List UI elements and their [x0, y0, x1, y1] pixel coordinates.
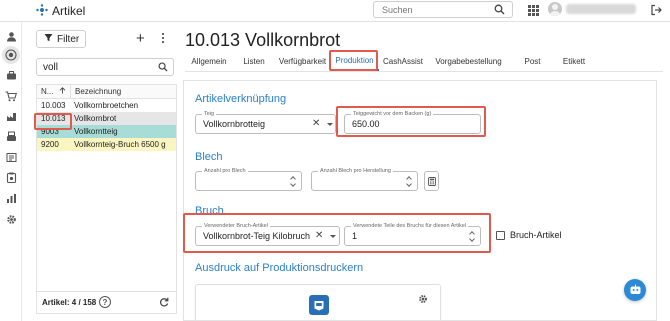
teiggewicht-label: Teiggewicht vor dem Backen (g)	[351, 110, 434, 118]
tab-divider	[185, 71, 663, 72]
user-name-blurred	[566, 4, 636, 14]
teig-label: Teig	[202, 110, 217, 118]
list-icon[interactable]	[4, 150, 18, 164]
printer-icon[interactable]	[309, 295, 329, 315]
tab-post[interactable]: Post	[510, 51, 555, 71]
briefcase-icon[interactable]	[4, 68, 18, 82]
table-row[interactable]: 9200 Vollkornteig-Bruch 6500 g	[37, 138, 176, 151]
nav-rail	[0, 22, 22, 321]
tab-vorgabebestellung[interactable]: Vorgabebestellung	[427, 51, 510, 71]
logout-icon[interactable]	[650, 4, 662, 19]
factory-icon[interactable]	[4, 109, 18, 123]
section-title-bruch: Bruch	[195, 205, 224, 217]
teiggewicht-field[interactable]: Teiggewicht vor dem Backen (g) 650.00	[344, 110, 481, 134]
bruch-artikel-label: Verwendeter Bruch-Artikel	[202, 222, 270, 230]
row-nr: 10.013	[41, 114, 66, 123]
chart-icon[interactable]	[4, 191, 18, 205]
clipboard-icon[interactable]	[4, 170, 18, 184]
bruch-teile-label: Verwendete Teile des Bruchs für diesen A…	[351, 222, 469, 230]
bruch-teile-stepper[interactable]	[469, 231, 476, 243]
row-bezeichnung: Vollkorntteig	[74, 127, 118, 136]
clear-teig-icon[interactable]: ✕	[312, 119, 320, 129]
row-nr: 10.003	[41, 101, 66, 110]
teiggewicht-value: 650.00	[352, 119, 380, 129]
table-row[interactable]: 9003 Vollkorntteig	[37, 125, 176, 138]
anzahl-pro-blech-label: Anzahl pro Blech	[202, 167, 248, 175]
tenant-icon[interactable]	[2, 46, 20, 64]
list-footer: Artikel: 4 / 158 ?	[37, 291, 176, 313]
tab-bar: Allgemein Listen Verfügbarkeit Produktion Ca…	[185, 51, 593, 71]
user-menu[interactable]	[548, 2, 636, 16]
app-logo-icon	[36, 4, 48, 18]
anzahl-pro-blech-field[interactable]: Anzahl pro Blech	[195, 167, 302, 191]
global-search-input[interactable]	[374, 2, 484, 17]
section-title-ausdruck: Ausdruck auf Produktionsdruckern	[195, 262, 364, 274]
tab-cashassist[interactable]: CashAssist	[379, 51, 427, 71]
search-icon[interactable]	[158, 62, 168, 75]
bruch-artikel-value: Vollkornbrot-Teig Kilobruch	[203, 231, 311, 241]
more-options-icon[interactable]	[162, 33, 164, 43]
search-icon[interactable]	[494, 4, 505, 18]
avatar[interactable]	[548, 2, 562, 16]
sort-ascending-icon[interactable]	[59, 87, 66, 96]
cart-icon[interactable]	[4, 89, 18, 103]
calculate-button[interactable]	[424, 171, 439, 191]
gear-icon[interactable]	[4, 212, 18, 226]
anzahl-blech-label: Anzahl Blech pro Herstellung	[318, 167, 393, 175]
bruch-artikel-checkbox[interactable]	[496, 231, 505, 240]
add-article-button[interactable]: +	[136, 31, 145, 46]
help-icon[interactable]: ?	[99, 296, 111, 308]
article-list-header: N... Bezeichnung	[37, 84, 176, 99]
column-header-bezeichnung[interactable]: Bezeichnung	[70, 84, 176, 99]
anzahl-pro-blech-stepper[interactable]	[290, 176, 297, 188]
anzahl-blech-field[interactable]: Anzahl Blech pro Herstellung	[311, 167, 418, 191]
app-brand: Artikel	[36, 2, 85, 20]
tab-listen[interactable]: Listen	[233, 51, 275, 71]
list-search-input[interactable]	[37, 59, 152, 75]
teig-select[interactable]: Teig Vollkornbrotteig ✕	[195, 110, 336, 134]
top-bar: Artikel	[0, 0, 670, 22]
tab-produktion[interactable]: Produktion	[330, 51, 379, 71]
chatbot-icon[interactable]	[624, 279, 646, 301]
filter-button-label: Filter	[57, 33, 80, 45]
table-row[interactable]: 10.013 Vollkornbrot	[37, 112, 176, 125]
bruch-artikel-checkbox-label: Bruch-Artikel	[510, 230, 562, 240]
clear-bruch-artikel-icon[interactable]: ✕	[315, 231, 323, 241]
article-list: N... Bezeichnung 10.003 Vollkornbroetchen…	[36, 84, 177, 314]
column-header-nr[interactable]: N...	[37, 87, 70, 96]
anzahl-blech-stepper[interactable]	[406, 176, 413, 188]
refresh-icon[interactable]	[159, 297, 169, 309]
table-row[interactable]: 10.003 Vollkornbroetchen	[37, 99, 176, 112]
production-panel: Artikelverknüpfung Teig Vollkornbrotteig…	[183, 80, 657, 321]
tab-allgemein[interactable]: Allgemein	[185, 51, 233, 71]
chevron-down-icon[interactable]	[327, 123, 333, 126]
chevron-down-icon[interactable]	[330, 235, 336, 238]
register-icon[interactable]	[4, 129, 18, 143]
row-bezeichnung: Vollkornbrot	[74, 114, 117, 123]
teig-value: Vollkornbrotteig	[203, 119, 266, 129]
bruch-teile-field[interactable]: Verwendete Teile des Bruchs für diesen A…	[344, 222, 481, 246]
article-count: Artikel: 4 / 158	[42, 298, 97, 307]
section-title-artikelverknuepfung: Artikelverknüpfung	[195, 93, 287, 105]
filter-button[interactable]: Filter	[36, 30, 86, 48]
list-search[interactable]	[36, 58, 174, 76]
bruch-teile-value: 1	[352, 231, 358, 241]
tab-verf-gbarkeit[interactable]: Verfügbarkeit	[275, 51, 330, 71]
bruch-artikel-select[interactable]: Verwendeter Bruch-Artikel Vollkornbrot-T…	[195, 222, 340, 246]
section-title-blech: Blech	[195, 151, 223, 163]
gear-icon[interactable]	[418, 294, 428, 307]
row-nr: 9003	[41, 127, 59, 136]
row-bezeichnung: Vollkornbroetchen	[74, 101, 139, 110]
user-icon[interactable]	[4, 29, 18, 43]
app-title: Artikel	[52, 4, 86, 18]
apps-grid-icon[interactable]	[528, 5, 539, 16]
row-nr: 9200	[41, 140, 59, 149]
global-search[interactable]	[373, 1, 513, 18]
printer-card[interactable]	[195, 284, 441, 320]
page-title: 10.013 Vollkornbrot	[185, 30, 341, 50]
tab-etikett[interactable]: Etikett	[555, 51, 593, 71]
row-bezeichnung: Vollkornteig-Bruch 6500 g	[74, 140, 166, 149]
filter-icon	[44, 33, 53, 45]
